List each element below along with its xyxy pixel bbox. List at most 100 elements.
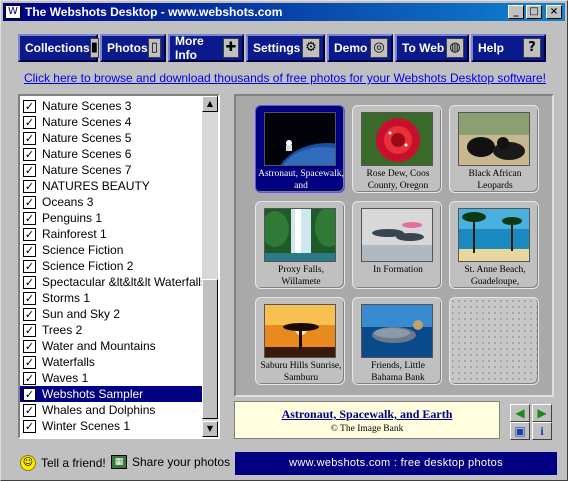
photo-title-link[interactable]: Astronaut, Spacewalk, and Earth [235, 407, 499, 422]
to-web-button[interactable]: To Web ◍ [395, 34, 469, 62]
tell-a-friend-label: Tell a friend! [41, 456, 106, 470]
share-photos-button[interactable]: ▦ Share your photos [111, 455, 230, 469]
checkbox[interactable]: ✓ [23, 419, 36, 433]
photo-tile[interactable]: Saburu Hills Sunrise, Samburu [255, 297, 345, 385]
list-item[interactable]: ✓ Nature Scenes 4 [20, 114, 204, 130]
photo-tile[interactable]: Astronaut, Spacewalk, and [255, 105, 345, 193]
list-item-label: Webshots Sampler [42, 387, 144, 401]
list-item[interactable]: ✓ Science Fiction [20, 242, 204, 258]
plus-icon: ✚ [222, 38, 239, 58]
list-item[interactable]: ✓ Penguins 1 [20, 210, 204, 226]
list-item[interactable]: ✓ Nature Scenes 3 [20, 98, 204, 114]
checkbox[interactable]: ✓ [23, 307, 36, 321]
collections-items: ✓ Nature Scenes 3 ✓ Nature Scenes 4 ✓ Nature … [20, 98, 204, 434]
list-item[interactable]: ✓ Science Fiction 2 [20, 258, 204, 274]
photo-tile[interactable]: In Formation [352, 201, 442, 289]
list-item[interactable]: ✓ Waterfalls [20, 354, 204, 370]
more-info-button[interactable]: More Info ✚ [168, 34, 244, 62]
checkbox[interactable]: ✓ [23, 147, 36, 161]
photo-tile[interactable]: Black African Leopards [449, 105, 539, 193]
wrench-icon: ⚙ [302, 38, 320, 58]
scroll-down-button[interactable]: ▼ [202, 421, 218, 437]
scroll-up-button[interactable]: ▲ [202, 96, 218, 112]
list-item[interactable]: ✓ Trees 2 [20, 322, 204, 338]
photo-tile[interactable]: Friends, Little Bahama Bank [352, 297, 442, 385]
browse-photos-link[interactable]: Click here to browse and download thousa… [1, 71, 568, 85]
checkbox[interactable]: ✓ [23, 323, 36, 337]
list-item[interactable]: ✓ Storms 1 [20, 290, 204, 306]
list-item[interactable]: ✓ Nature Scenes 7 [20, 162, 204, 178]
list-item[interactable]: ✓ NATURES BEAUTY [20, 178, 204, 194]
list-item[interactable]: ✓ Nature Scenes 6 [20, 146, 204, 162]
list-item-label: Science Fiction 2 [42, 259, 134, 273]
photo-thumbnail [264, 112, 336, 166]
info-icon[interactable]: i [532, 422, 552, 440]
settings-button[interactable]: Settings ⚙ [246, 34, 325, 62]
checkbox[interactable]: ✓ [23, 387, 36, 401]
checkbox[interactable]: ✓ [23, 99, 36, 113]
webshots-tagline-bar[interactable]: www.webshots.com : free desktop photos [235, 452, 557, 475]
tell-a-friend-button[interactable]: ☺ Tell a friend! [20, 455, 106, 471]
list-item-label: Nature Scenes 4 [42, 115, 132, 129]
checkbox[interactable]: ✓ [23, 243, 36, 257]
list-item[interactable]: ✓ Winter Scenes 1 [20, 418, 204, 434]
list-scrollbar[interactable]: ▲ ▼ [202, 96, 218, 437]
list-item[interactable]: ✓ Waves 1 [20, 370, 204, 386]
title-bar[interactable]: W The Webshots Desktop - www.webshots.co… [3, 3, 565, 21]
collections-label: Collections [25, 41, 90, 55]
checkbox[interactable]: ✓ [23, 227, 36, 241]
close-button[interactable]: × [546, 5, 562, 19]
checkbox[interactable]: ✓ [23, 195, 36, 209]
checkbox[interactable]: ✓ [23, 371, 36, 385]
help-button[interactable]: Help ? [471, 34, 546, 62]
checkbox[interactable]: ✓ [23, 163, 36, 177]
next-arrow-icon[interactable]: ▶ [532, 404, 552, 422]
checkbox[interactable]: ✓ [23, 131, 36, 145]
list-item[interactable]: ✓ Webshots Sampler [20, 386, 204, 402]
checkbox[interactable]: ✓ [23, 211, 36, 225]
list-item[interactable]: ✓ Whales and Dolphins [20, 402, 204, 418]
collections-list[interactable]: ✓ Nature Scenes 3 ✓ Nature Scenes 4 ✓ Nature … [18, 94, 220, 439]
collections-button[interactable]: Collections ▮ [18, 34, 99, 62]
app-icon: W [5, 5, 21, 19]
list-item[interactable]: ✓ Nature Scenes 5 [20, 130, 204, 146]
set-wallpaper-icon[interactable]: ▣ [510, 422, 530, 440]
checkbox[interactable]: ✓ [23, 115, 36, 129]
checkbox[interactable]: ✓ [23, 291, 36, 305]
checkbox[interactable]: ✓ [23, 339, 36, 353]
scroll-thumb[interactable] [202, 279, 218, 419]
list-item-label: Nature Scenes 7 [42, 163, 132, 177]
list-item[interactable]: ✓ Sun and Sky 2 [20, 306, 204, 322]
photo-tile[interactable]: Proxy Falls, Willamete [255, 201, 345, 289]
list-item[interactable]: ✓ Spectacular &lt&lt&lt Waterfalls &gt& [20, 274, 204, 290]
maximize-button[interactable]: □ [526, 5, 542, 19]
previous-arrow-icon[interactable]: ◀ [510, 404, 530, 422]
checkbox[interactable]: ✓ [23, 259, 36, 273]
photo-credit: © The Image Bank [330, 424, 404, 434]
empty-photo-slot [449, 297, 539, 385]
photo-gallery: Astronaut, Spacewalk, and Rose Dew, Coos … [234, 94, 554, 397]
photo-tile[interactable]: Rose Dew, Coos County, Oregon [352, 105, 442, 193]
list-item[interactable]: ✓ Rainforest 1 [20, 226, 204, 242]
list-item-label: Trees 2 [42, 323, 83, 337]
list-item[interactable]: ✓ Oceans 3 [20, 194, 204, 210]
list-item-label: Whales and Dolphins [42, 403, 156, 417]
question-icon: ? [523, 38, 541, 58]
photo-caption: Proxy Falls, Willamete [278, 265, 324, 287]
photo-caption: Saburu Hills Sunrise, Samburu [260, 361, 342, 383]
checkbox[interactable]: ✓ [23, 403, 36, 417]
list-item-label: NATURES BEAUTY [42, 179, 150, 193]
photo-tile[interactable]: St. Anne Beach, Guadeloupe, [449, 201, 539, 289]
share-photos-label: Share your photos [132, 455, 231, 469]
checkbox[interactable]: ✓ [23, 179, 36, 193]
demo-button[interactable]: Demo ◎ [327, 34, 393, 62]
demo-label: Demo [334, 41, 368, 55]
photo-thumbnail [361, 112, 433, 166]
window-title: The Webshots Desktop - www.webshots.com [25, 5, 283, 19]
list-item[interactable]: ✓ Water and Mountains [20, 338, 204, 354]
minimize-button[interactable]: _ [508, 5, 524, 19]
list-item-label: Waves 1 [42, 371, 89, 385]
photos-button[interactable]: Photos ▯ [100, 34, 166, 62]
checkbox[interactable]: ✓ [23, 355, 36, 369]
checkbox[interactable]: ✓ [23, 275, 36, 289]
